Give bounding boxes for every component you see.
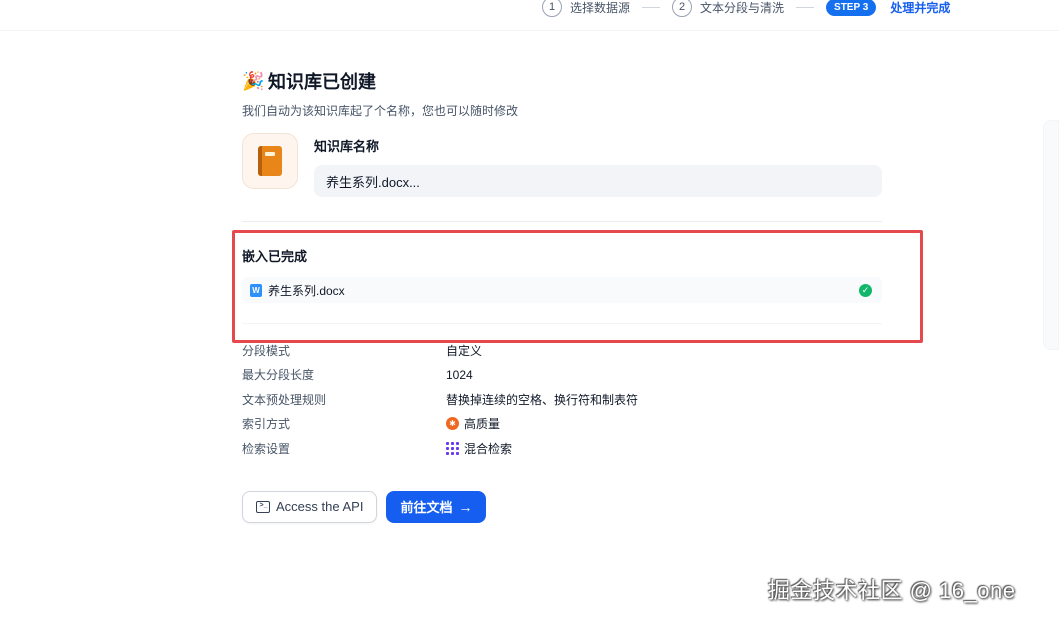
stepper: 1 选择数据源 2 文本分段与清洗 STEP 3 处理并完成 (542, 0, 950, 18)
kb-name-input[interactable]: 养生系列.docx... (314, 165, 882, 197)
step-2-label: 文本分段与清洗 (700, 0, 785, 15)
info-row-max-length: 最大分段长度 1024 (242, 363, 882, 388)
check-circle-icon: ✓ (859, 283, 872, 297)
arrow-right-icon: → (458, 498, 473, 515)
section-divider (242, 323, 882, 324)
settings-summary: 分段模式 自定义 最大分段长度 1024 文本预处理规则 替换掉连续的空格、换行… (242, 338, 882, 461)
info-key: 文本预处理规则 (242, 392, 327, 407)
word-doc-icon: W (250, 283, 262, 297)
side-panel-edge (1043, 120, 1059, 350)
kb-name-section: 知识库名称 养生系列.docx... (242, 133, 882, 197)
info-key: 索引方式 (242, 417, 291, 432)
info-key: 检索设置 (242, 441, 291, 456)
step-3-label: 处理并完成 (890, 0, 951, 15)
info-key: 最大分段长度 (242, 368, 315, 383)
page-subtitle: 我们自动为该知识库起了个名称，您也可以随时修改 (242, 104, 519, 118)
section-divider (242, 221, 882, 222)
step-separator (642, 6, 661, 8)
access-api-button[interactable]: >_ Access the API (242, 490, 378, 523)
step-1-number: 1 (542, 0, 562, 17)
info-value: 替换掉连续的空格、换行符和制表符 (446, 392, 639, 407)
header-divider (0, 30, 1059, 31)
step-separator (796, 6, 815, 8)
terminal-icon: >_ (256, 500, 270, 513)
info-value: 1024 (446, 367, 473, 382)
high-quality-icon: ✱ (446, 417, 459, 431)
kb-icon-picker[interactable] (242, 133, 298, 189)
info-row-segment-mode: 分段模式 自定义 (242, 338, 882, 363)
go-to-documents-label: 前往文档 (400, 500, 453, 515)
embedded-file-name: 养生系列.docx (268, 283, 345, 298)
info-row-retrieval: 检索设置 混合检索 (242, 436, 882, 461)
access-api-label: Access the API (276, 499, 364, 514)
embedding-status-title: 嵌入已完成 (242, 249, 308, 264)
action-buttons: >_ Access the API 前往文档 → (242, 490, 882, 523)
info-value-with-icon: 混合检索 (446, 440, 512, 457)
step-3: STEP 3 处理并完成 (826, 0, 950, 16)
book-icon (258, 146, 282, 176)
info-key: 分段模式 (242, 343, 291, 358)
info-row-preprocess: 文本预处理规则 替换掉连续的空格、换行符和制表符 (242, 387, 882, 412)
info-value: 高质量 (464, 417, 501, 432)
info-value: 自定义 (446, 343, 483, 358)
hybrid-search-icon (446, 441, 459, 455)
party-popper-icon: 🎉 (242, 70, 265, 91)
go-to-documents-button[interactable]: 前往文档 → (386, 490, 487, 523)
kb-name-label: 知识库名称 (314, 139, 380, 154)
step-1: 1 选择数据源 (542, 0, 630, 17)
page-title: 知识库已创建 (268, 72, 376, 92)
step-1-label: 选择数据源 (570, 0, 631, 15)
watermark: 掘金技术社区 @ 16_one (768, 578, 1016, 603)
step-2-number: 2 (672, 0, 693, 17)
info-row-index-mode: 索引方式 ✱ 高质量 (242, 412, 882, 437)
step-2: 2 文本分段与清洗 (672, 0, 784, 17)
info-value: 混合检索 (464, 441, 513, 456)
main-content: 🎉 知识库已创建 我们自动为该知识库起了个名称，您也可以随时修改 知识库名称 养… (242, 68, 882, 523)
embedded-file-row: W 养生系列.docx ✓ (242, 277, 882, 303)
info-value-with-icon: ✱ 高质量 (446, 415, 500, 432)
page-title-row: 🎉 知识库已创建 (242, 68, 882, 94)
step-3-badge: STEP 3 (826, 0, 877, 16)
